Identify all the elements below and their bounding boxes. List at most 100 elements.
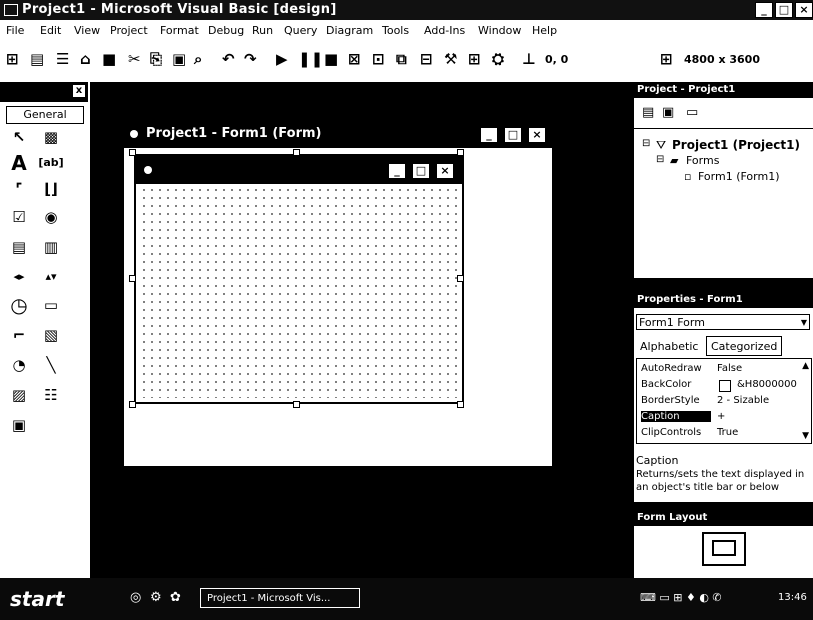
frame-tool-icon[interactable]: ⌜ xyxy=(6,178,32,200)
shape-tool-icon[interactable]: ◔ xyxy=(6,354,32,376)
resize-handle[interactable] xyxy=(457,275,464,282)
start-icon[interactable]: ▶ xyxy=(276,50,288,68)
toolbox-tab-general[interactable]: General xyxy=(6,106,84,124)
pointer-tool-icon[interactable]: ↖ xyxy=(6,126,32,148)
line-tool-icon[interactable]: ╲ xyxy=(38,354,64,376)
redo-icon[interactable]: ↷ xyxy=(244,50,257,68)
property-row[interactable]: AutoRedraw False xyxy=(641,363,811,377)
expand-icon[interactable]: ⊟ xyxy=(656,154,664,165)
close-button[interactable]: × xyxy=(528,127,546,143)
resize-handle[interactable] xyxy=(129,275,136,282)
tree-item-form1[interactable]: Form1 (Form1) xyxy=(698,170,780,183)
expand-icon[interactable]: ⊟ xyxy=(642,138,650,149)
properties-window-icon[interactable]: ⊡ xyxy=(372,50,385,68)
add-form-icon[interactable]: ▤ xyxy=(30,50,44,68)
start-button[interactable]: start xyxy=(10,587,64,611)
menu-run[interactable]: Run xyxy=(252,24,273,37)
drivelistbox-tool-icon[interactable]: ▭ xyxy=(38,294,64,316)
hscrollbar-tool-icon[interactable]: ◂▸ xyxy=(6,266,32,288)
picturebox-tool-icon[interactable]: ▩ xyxy=(38,126,64,148)
minimize-button[interactable]: _ xyxy=(755,2,773,18)
textbox-tool-icon[interactable]: [ab] xyxy=(38,152,64,174)
resize-handle[interactable] xyxy=(129,401,136,408)
toolbox-icon[interactable]: ⚒ xyxy=(444,50,457,68)
listbox-tool-icon[interactable]: ▥ xyxy=(38,236,64,258)
tree-item-project[interactable]: Project1 (Project1) xyxy=(672,138,800,152)
add-project-icon[interactable]: ⊞ xyxy=(6,50,19,68)
browser-icon[interactable]: ◎ xyxy=(130,590,141,605)
combobox-tool-icon[interactable]: ▤ xyxy=(6,236,32,258)
taskbar-item[interactable]: Project1 - Microsoft Vis... xyxy=(200,588,360,608)
component-manager-icon[interactable]: ⛭ xyxy=(492,50,504,68)
toggle-folders-icon[interactable]: ▭ xyxy=(686,104,698,122)
form-layout-window: Form Layout xyxy=(634,510,813,578)
form-preview[interactable] xyxy=(712,540,736,556)
menu-view[interactable]: View xyxy=(74,24,100,37)
undo-icon[interactable]: ↶ xyxy=(222,50,235,68)
tab-alphabetic[interactable]: Alphabetic xyxy=(640,340,698,353)
maximize-button[interactable]: □ xyxy=(775,2,793,18)
data-tool-icon[interactable]: ☷ xyxy=(38,384,64,406)
form-layout-icon[interactable]: ⧉ xyxy=(396,50,407,68)
menu-file[interactable]: File xyxy=(6,24,24,37)
filelistbox-tool-icon[interactable]: ▧ xyxy=(38,324,64,346)
scroll-up-icon[interactable]: ▲ xyxy=(802,361,809,371)
cut-icon[interactable]: ✂ xyxy=(128,50,141,68)
resize-handle[interactable] xyxy=(293,401,300,408)
project-explorer-icon[interactable]: ⊠ xyxy=(348,50,361,68)
end-icon[interactable]: ■ xyxy=(324,50,338,68)
menu-edit[interactable]: Edit xyxy=(40,24,61,37)
menu-window[interactable]: Window xyxy=(478,24,521,37)
app-icon[interactable] xyxy=(4,4,18,16)
resize-handle[interactable] xyxy=(129,149,136,156)
save-icon[interactable]: ■ xyxy=(102,50,116,68)
commandbutton-tool-icon[interactable]: ⌊⌋ xyxy=(38,178,64,200)
checkbox-tool-icon[interactable]: ☑ xyxy=(6,206,32,228)
find-icon[interactable]: ⌕ xyxy=(194,50,202,68)
close-icon[interactable]: x xyxy=(72,84,86,98)
menu-help[interactable]: Help xyxy=(532,24,557,37)
open-icon[interactable]: ⌂ xyxy=(80,50,91,68)
property-row[interactable]: BorderStyle 2 - Sizable xyxy=(641,395,811,409)
menu-query[interactable]: Query xyxy=(284,24,317,37)
resize-handle[interactable] xyxy=(293,149,300,156)
form1-canvas[interactable]: _ □ × xyxy=(134,154,464,404)
tray-icons[interactable]: ⌨ ▭ ⊞ ♦ ◐ ✆ xyxy=(640,591,722,604)
resize-handle[interactable] xyxy=(457,149,464,156)
menu-format[interactable]: Format xyxy=(160,24,199,37)
view-code-icon[interactable]: ▤ xyxy=(642,104,654,122)
project-icon: ⛛ xyxy=(656,138,667,152)
menu-project[interactable]: Project xyxy=(110,24,148,37)
label-tool-icon[interactable]: A xyxy=(6,152,32,174)
property-row[interactable]: ClipControls True xyxy=(641,427,811,439)
menu-editor-icon[interactable]: ☰ xyxy=(56,50,69,68)
menu-add-ins[interactable]: Add-Ins xyxy=(424,24,465,37)
view-object-icon[interactable]: ▣ xyxy=(662,104,674,122)
property-row[interactable]: BackColor &H8000000 xyxy=(641,379,811,393)
quicklaunch-icon[interactable]: ✿ xyxy=(170,590,181,605)
optionbutton-tool-icon[interactable]: ◉ xyxy=(38,206,64,228)
tab-categorized[interactable]: Categorized xyxy=(706,336,782,356)
image-tool-icon[interactable]: ▨ xyxy=(6,384,32,406)
close-button[interactable]: × xyxy=(795,2,813,18)
dirlistbox-tool-icon[interactable]: ⌐ xyxy=(6,324,32,346)
break-icon[interactable]: ❚❚ xyxy=(298,50,323,68)
copy-icon[interactable]: ⎘ xyxy=(150,50,162,68)
menu-tools[interactable]: Tools xyxy=(382,24,409,37)
messenger-icon[interactable]: ⚙ xyxy=(150,590,162,605)
vscrollbar-tool-icon[interactable]: ▴▾ xyxy=(38,266,64,288)
resize-handle[interactable] xyxy=(457,401,464,408)
menu-diagram[interactable]: Diagram xyxy=(326,24,373,37)
timer-tool-icon[interactable]: ◷ xyxy=(6,294,32,316)
tree-item-forms[interactable]: Forms xyxy=(686,154,719,167)
maximize-button[interactable]: □ xyxy=(504,127,522,143)
ole-tool-icon[interactable]: ▣ xyxy=(6,414,32,436)
paste-icon[interactable]: ▣ xyxy=(172,50,186,68)
minimize-button[interactable]: _ xyxy=(480,127,498,143)
data-view-icon[interactable]: ⊞ xyxy=(468,50,481,68)
menu-debug[interactable]: Debug xyxy=(208,24,244,37)
scroll-down-icon[interactable]: ▼ xyxy=(802,431,809,441)
object-browser-icon[interactable]: ⊟ xyxy=(420,50,433,68)
property-row-selected[interactable]: Caption + xyxy=(641,411,811,425)
object-dropdown[interactable]: Form1 Form ▼ xyxy=(636,314,810,330)
